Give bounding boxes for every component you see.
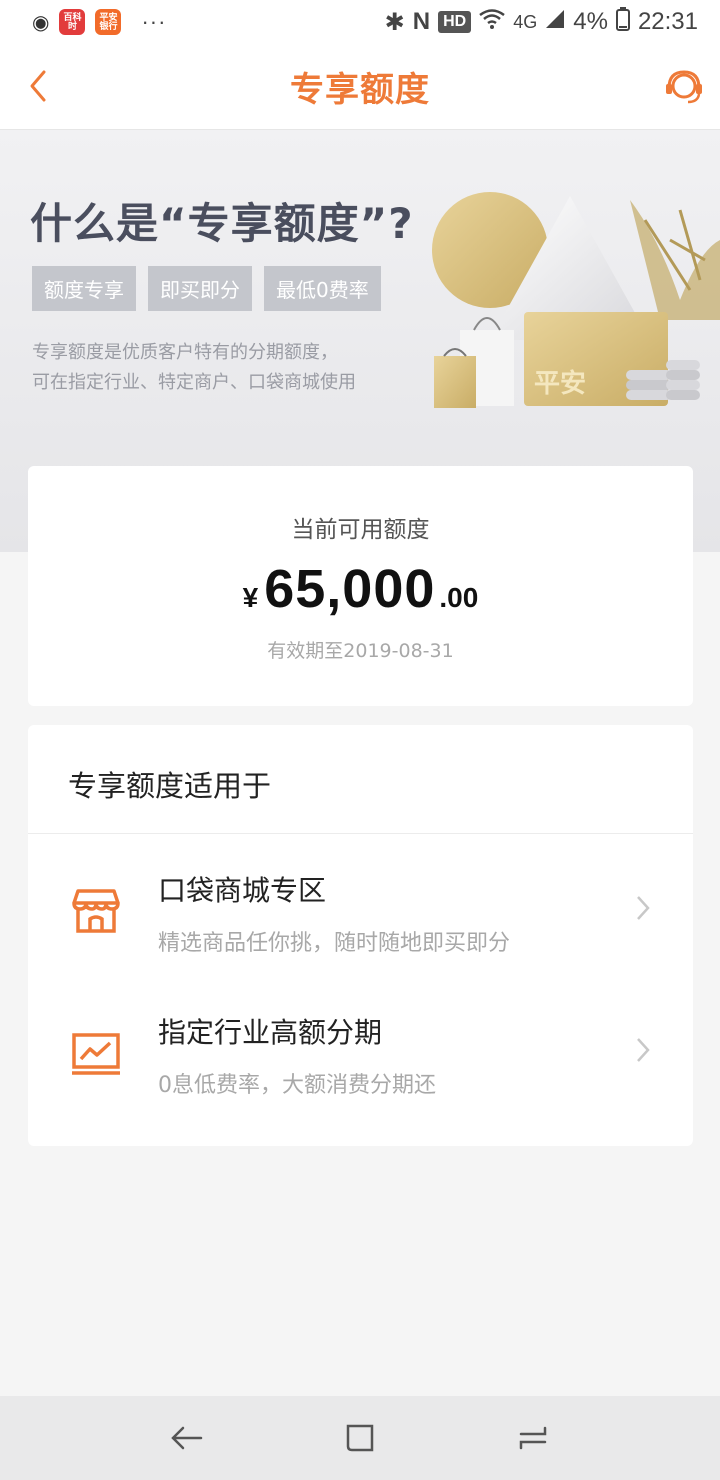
section-title: 专享额度适用于 bbox=[68, 769, 272, 803]
list-item-industry-installment[interactable]: 指定行业高额分期 0息低费率，大额消费分期还 bbox=[28, 1005, 693, 1135]
back-icon[interactable] bbox=[169, 1420, 205, 1456]
item-subtitle: 精选商品任你挑，随时随地即买即分 bbox=[158, 931, 511, 956]
overview-icon[interactable] bbox=[515, 1420, 551, 1456]
chevron-right-icon bbox=[637, 1038, 650, 1062]
app-icon: 百科时 bbox=[59, 9, 86, 35]
art-card-text: 平安 bbox=[534, 369, 586, 399]
system-navigation-bar bbox=[0, 1396, 720, 1480]
hd-badge: HD bbox=[438, 11, 472, 33]
back-button[interactable] bbox=[22, 66, 62, 106]
chart-monitor-icon bbox=[72, 1033, 120, 1075]
status-bar: ◉ 百科时 平安银行 ··· ✱ N HD 4G 4% 22:31 bbox=[0, 0, 720, 44]
item-title: 指定行业高额分期 bbox=[158, 1016, 383, 1049]
available-credit-amount: ¥ 65,000 .00 bbox=[28, 558, 693, 620]
divider bbox=[28, 833, 693, 834]
customer-service-button[interactable] bbox=[662, 64, 706, 108]
headset-icon bbox=[666, 70, 702, 104]
battery-percent: 4% bbox=[573, 8, 608, 35]
amount-decimal: .00 bbox=[439, 582, 479, 613]
weibo-icon: ◉ bbox=[32, 11, 50, 34]
banner-desc-line: 专享额度是优质客户特有的分期额度， bbox=[32, 342, 338, 363]
nfc-icon: N bbox=[412, 8, 431, 35]
page-title: 专享额度 bbox=[290, 70, 430, 110]
credit-card-summary: 当前可用额度 ¥ 65,000 .00 有效期至2019-08-31 bbox=[28, 466, 693, 706]
nav-bar: 专享额度 bbox=[0, 44, 720, 130]
clock: 22:31 bbox=[637, 8, 698, 35]
chevron-right-icon bbox=[637, 896, 650, 920]
banner-tag: 即买即分 bbox=[148, 266, 252, 311]
item-subtitle: 0息低费率，大额消费分期还 bbox=[158, 1073, 436, 1098]
battery-icon bbox=[615, 6, 630, 38]
usage-section: 专享额度适用于 口袋商城专区 精选商品任你挑，随时随地即买即分 指定行业高额分期… bbox=[28, 725, 693, 1146]
banner-tag: 额度专享 bbox=[32, 266, 136, 311]
banner-description: 专享额度是优质客户特有的分期额度， 可在指定行业、特定商户、口袋商城使用 bbox=[32, 338, 432, 398]
chevron-left-icon bbox=[30, 70, 46, 102]
store-icon bbox=[72, 889, 120, 933]
list-item-pocket-mall[interactable]: 口袋商城专区 精选商品任你挑，随时随地即买即分 bbox=[28, 863, 693, 993]
banner-title: 什么是“专享额度”? bbox=[30, 199, 414, 248]
expiry-date: 有效期至2019-08-31 bbox=[267, 640, 454, 662]
app-icon: 平安银行 bbox=[95, 9, 122, 35]
signal-icon bbox=[545, 8, 565, 36]
banner-illustration: 平安 bbox=[432, 192, 720, 408]
banner-tag: 最低0费率 bbox=[264, 266, 381, 311]
available-credit-label: 当前可用额度 bbox=[291, 517, 430, 543]
recents-icon[interactable] bbox=[342, 1420, 378, 1456]
currency-symbol: ¥ bbox=[242, 582, 259, 613]
wifi-icon bbox=[479, 8, 505, 36]
more-notifications: ··· bbox=[141, 9, 167, 34]
network-type: 4G bbox=[513, 11, 538, 32]
amount-integer: 65,000 bbox=[264, 559, 436, 619]
item-title: 口袋商城专区 bbox=[158, 874, 327, 907]
banner-tags: 额度专享 即买即分 最低0费率 bbox=[32, 266, 381, 311]
bluetooth-icon: ✱ bbox=[384, 8, 405, 36]
banner-desc-line: 可在指定行业、特定商户、口袋商城使用 bbox=[32, 372, 356, 393]
